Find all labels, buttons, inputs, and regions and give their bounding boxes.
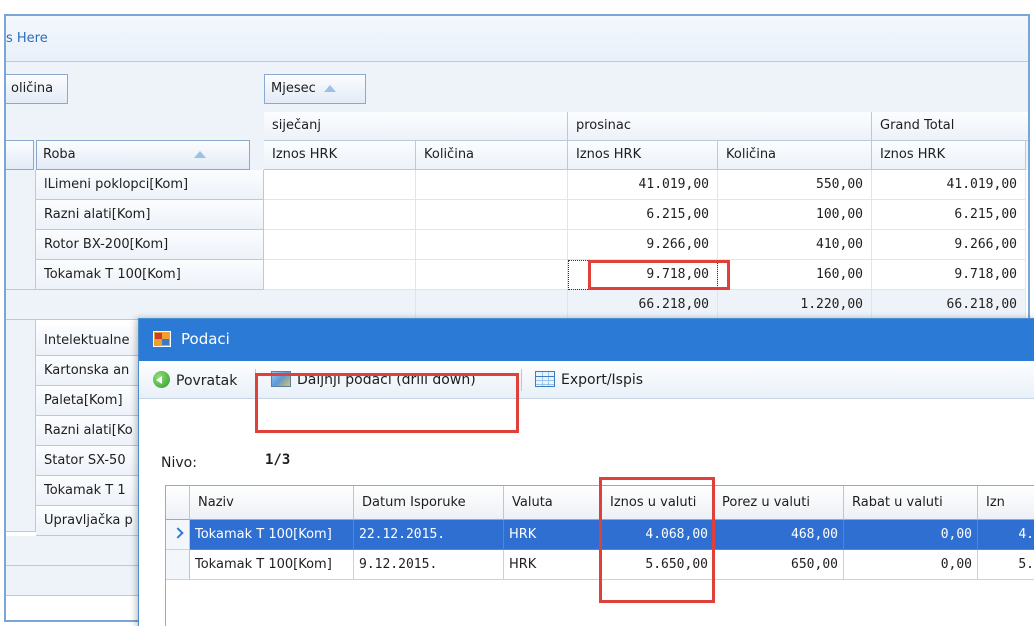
value-cell[interactable]: 410,00 [718,230,872,260]
row-header[interactable]: Rotor BX-200[Kom] [36,230,264,260]
subtotal-cell[interactable] [264,290,416,320]
current-row-icon [172,527,184,539]
value-cell[interactable] [264,200,416,230]
subtotal-cell[interactable]: 66.218,00 [872,290,1026,320]
value-cell[interactable] [416,260,568,290]
back-button-label: Povratak [176,373,238,389]
cell-izn[interactable]: 5. [978,550,1034,580]
filter-area: oličina Mjesec [6,62,1028,112]
subtotal-cell[interactable] [416,290,568,320]
column-header-porez[interactable]: Porez u valuti [714,486,844,520]
data-header[interactable]: Količina [718,141,872,170]
table-icon [535,371,555,387]
back-button[interactable]: Povratak [149,367,241,393]
row-group-header[interactable] [6,320,36,532]
col-group-header[interactable]: Grand Total [872,112,1028,141]
row-header[interactable]: Tokamak T 100[Kom] [36,260,264,290]
drop-hint-text: s Here [6,31,48,46]
col-group-header[interactable]: prosinac [568,112,872,141]
cell-valuta[interactable]: HRK [504,550,602,580]
cell-izn[interactable]: 4. [978,520,1034,550]
col-group-header[interactable]: siječanj [264,112,568,141]
data-header[interactable]: Iznos HRK [264,141,416,170]
export-button-label: Export/Ispis [561,372,644,388]
cell-valuta[interactable]: HRK [504,520,602,550]
cell-datum[interactable]: 9.12.2015. [354,550,504,580]
value-cell[interactable]: 6.215,00 [872,200,1026,230]
highlight-box [588,260,730,290]
value-cell[interactable] [264,230,416,260]
value-cell[interactable]: 550,00 [718,170,872,200]
value-cell[interactable] [264,260,416,290]
data-header[interactable]: Iznos HRK [872,141,1026,170]
toolbar-separator [521,369,522,391]
value-cell[interactable]: 100,00 [718,200,872,230]
row-field-spacer [6,140,34,170]
subtotal-cell[interactable]: 1.220,00 [718,290,872,320]
value-cell[interactable] [416,200,568,230]
value-cell[interactable]: 9.718,00 [872,260,1026,290]
value-cell[interactable]: 9.266,00 [568,230,718,260]
field-button-label: Mjesec [271,81,316,96]
cell-naziv[interactable]: Tokamak T 100[Kom] [190,550,354,580]
grid-corner [166,486,190,520]
cell-porez[interactable]: 650,00 [714,550,844,580]
value-cell[interactable]: 9.266,00 [872,230,1026,260]
row-group-header[interactable] [6,170,36,290]
column-header-valuta[interactable]: Valuta [504,486,602,520]
subtotal-header[interactable] [6,290,264,320]
row-indicator[interactable] [166,550,190,580]
cell-datum[interactable]: 22.12.2015. [354,520,504,550]
podaci-dialog: Podaci Povratak Daljnji podaci (drill do… [138,318,1034,626]
field-button-label: Roba [43,147,76,162]
nivo-label: Nivo: [161,455,197,471]
cell-porez[interactable]: 468,00 [714,520,844,550]
drop-area[interactable]: s Here [6,16,1028,62]
export-button[interactable]: Export/Ispis [531,367,647,393]
column-header-rabat[interactable]: Rabat u valuti [844,486,978,520]
nivo-value: 1/3 [265,452,291,468]
value-cell[interactable]: 41.019,00 [872,170,1026,200]
dialog-title: Podaci [181,330,230,348]
back-icon [153,371,170,388]
column-header-datum[interactable]: Datum Isporuke [354,486,504,520]
data-header[interactable]: Količina [416,141,568,170]
cell-naziv[interactable]: Tokamak T 100[Kom] [190,520,354,550]
dialog-titlebar[interactable]: Podaci [139,319,1034,361]
value-cell[interactable]: 6.215,00 [568,200,718,230]
field-button-roba[interactable]: Roba [36,140,250,170]
value-cell[interactable] [264,170,416,200]
value-cell[interactable]: 160,00 [718,260,872,290]
row-header[interactable]: Razni alati[Kom] [36,200,264,230]
sort-ascending-icon [323,85,336,92]
column-header-izn[interactable]: Izn [978,486,1034,520]
data-header[interactable]: Iznos HRK [568,141,718,170]
field-button-label: oličina [11,81,54,96]
column-header-naziv[interactable]: Naziv [190,486,354,520]
subtotal-cell[interactable]: 66.218,00 [568,290,718,320]
field-button-kolicina[interactable]: oličina [6,74,68,104]
value-cell[interactable] [416,170,568,200]
sort-ascending-icon [193,151,206,158]
highlight-box [255,373,519,433]
value-cell[interactable] [416,230,568,260]
app-icon [153,331,171,347]
cell-rabat[interactable]: 0,00 [844,520,978,550]
cell-rabat[interactable]: 0,00 [844,550,978,580]
value-cell[interactable]: 41.019,00 [568,170,718,200]
row-indicator[interactable] [166,520,190,550]
field-button-mjesec[interactable]: Mjesec [264,74,366,104]
row-header[interactable]: lLimeni poklopci[Kom] [36,170,264,200]
highlight-box [599,477,715,603]
